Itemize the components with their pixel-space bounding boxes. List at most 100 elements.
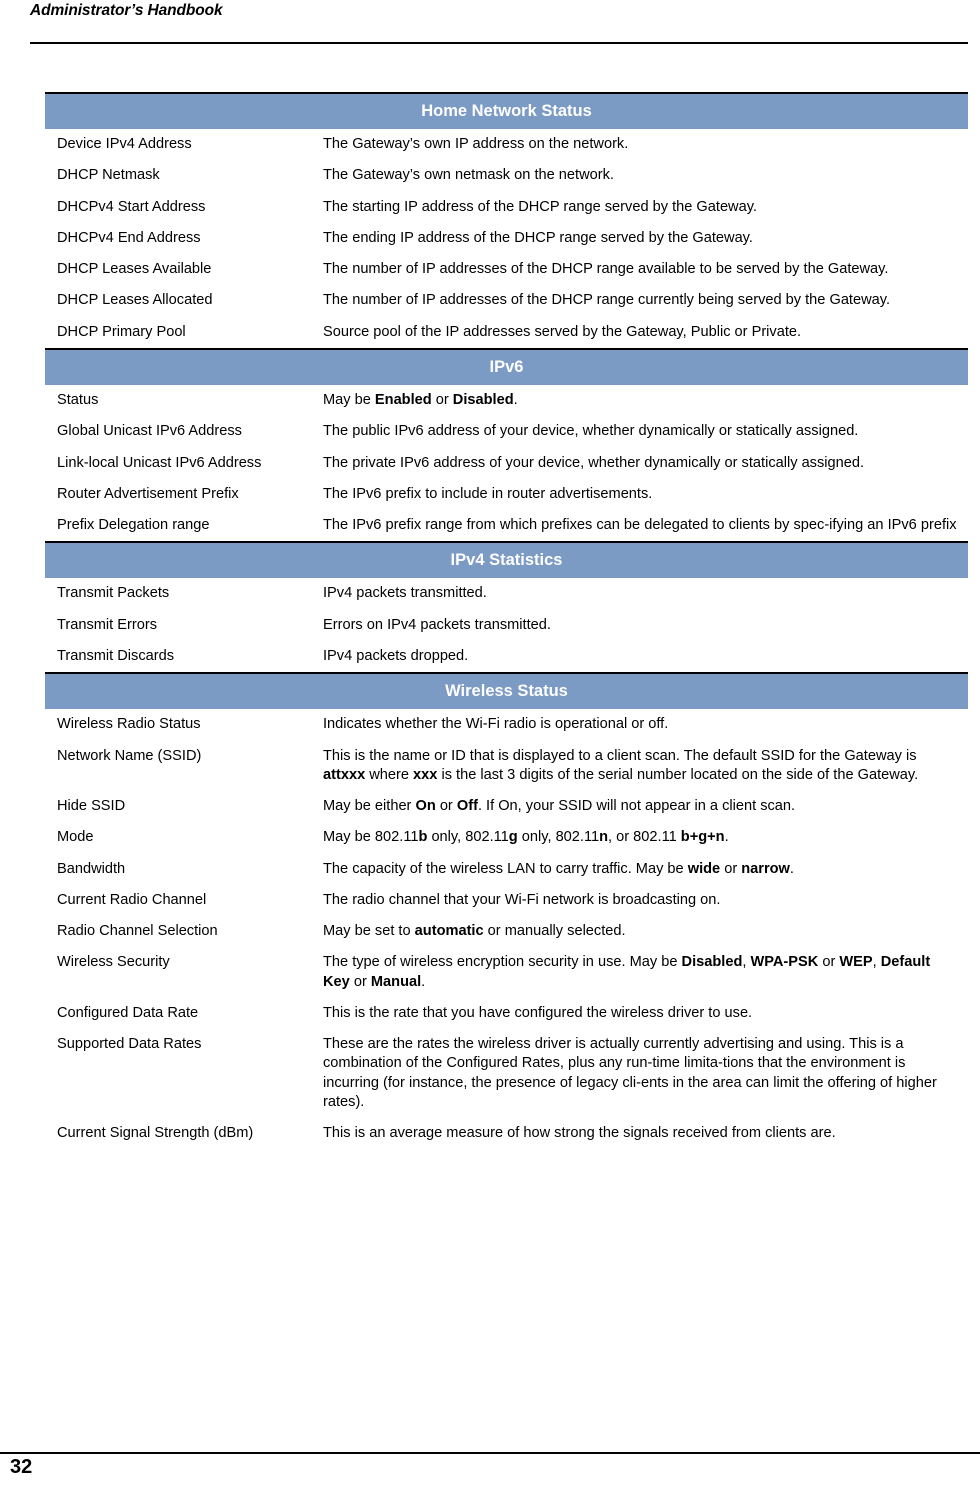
row-label: Bandwidth	[57, 860, 126, 877]
row-description: The number of IP addresses of the DHCP r…	[315, 254, 968, 285]
table-row: Wireless Security The type of wireless en…	[45, 947, 968, 998]
row-description: Source pool of the IP addresses served b…	[315, 317, 968, 348]
row-description: May be either On or Off. If On, your SSI…	[315, 791, 968, 822]
header-rule	[30, 42, 968, 44]
emphasis-text: b+g+n	[680, 829, 725, 846]
row-description: IPv4 packets transmitted.	[315, 578, 968, 609]
plain-text: or	[435, 798, 457, 815]
emphasis-text: narrow	[741, 860, 790, 877]
plain-text: Indicates whether the Wi-Fi radio is ope…	[323, 716, 669, 733]
row-label: DHCP Primary Pool	[57, 323, 186, 340]
emphasis-text: Disabled	[681, 954, 743, 971]
plain-text: May be either	[323, 798, 416, 815]
table-row: DHCP Leases Available The number of IP ad…	[45, 254, 968, 285]
row-description: May be Enabled or Disabled.	[315, 385, 968, 416]
plain-text: The radio channel that your Wi-Fi networ…	[323, 891, 721, 908]
row-description: These are the rates the wireless driver …	[315, 1029, 968, 1118]
plain-text: These are the rates the wireless driver …	[323, 1036, 937, 1110]
plain-text: The Gateway’s own netmask on the network…	[323, 167, 614, 184]
row-label: DHCPv4 Start Address	[57, 198, 206, 215]
row-label: Router Advertisement Prefix	[57, 485, 239, 502]
table-row: Current Signal Strength (dBm) This is an …	[45, 1118, 968, 1149]
section-header: Home Network Status	[45, 92, 968, 130]
row-label: Transmit Errors	[57, 616, 157, 633]
row-label: Radio Channel Selection	[57, 923, 218, 940]
plain-text: May be set to	[323, 923, 415, 940]
table-row: Network Name (SSID) This is the name or I…	[45, 741, 968, 792]
row-description: This is the rate that you have configure…	[315, 998, 968, 1029]
row-description: The starting IP address of the DHCP rang…	[315, 192, 968, 223]
emphasis-text: wide	[687, 860, 721, 877]
section-rows: Device IPv4 Address The Gateway’s own IP …	[45, 129, 968, 348]
row-description: The IPv6 prefix to include in router adv…	[315, 479, 968, 510]
row-description: This is an average measure of how strong…	[315, 1118, 968, 1149]
table-row: Current Radio Channel The radio channel t…	[45, 885, 968, 916]
plain-text: IPv4 packets transmitted.	[323, 585, 487, 602]
footer-rule	[0, 1452, 980, 1454]
plain-text: IPv4 packets dropped.	[323, 647, 469, 664]
plain-text: only, 802.11	[427, 829, 509, 846]
table-row: Prefix Delegation range The IPv6 prefix r…	[45, 510, 968, 541]
table-row: Radio Channel Selection May be set to aut…	[45, 916, 968, 947]
plain-text: The type of wireless encryption security…	[323, 954, 682, 971]
table-row: Transmit Errors Errors on IPv4 packets tr…	[45, 610, 968, 641]
row-label: Transmit Discards	[57, 647, 175, 664]
row-label: Device IPv4 Address	[57, 136, 192, 153]
table-row: Supported Data Rates These are the rates …	[45, 1029, 968, 1118]
row-label: Wireless Radio Status	[57, 716, 201, 733]
emphasis-text: attxxx	[323, 766, 366, 783]
emphasis-text: On	[415, 798, 436, 815]
row-description: The type of wireless encryption security…	[315, 947, 968, 998]
table-row: Transmit Packets IPv4 packets transmitted…	[45, 578, 968, 609]
plain-text: The capacity of the wireless LAN to carr…	[323, 860, 688, 877]
table-row: Router Advertisement Prefix The IPv6 pref…	[45, 479, 968, 510]
plain-text: The ending IP address of the DHCP range …	[323, 229, 753, 246]
row-label: DHCP Netmask	[57, 167, 160, 184]
page-number: 32	[10, 1456, 33, 1478]
emphasis-text: WEP	[839, 954, 873, 971]
table-row: Mode May be 802.11b only, 802.11g only, 8…	[45, 822, 968, 853]
row-label: Current Radio Channel	[57, 891, 207, 908]
row-label: Link-local Unicast IPv6 Address	[57, 454, 262, 471]
plain-text: or	[818, 954, 840, 971]
running-head: Administrator’s Handbook	[30, 2, 223, 19]
row-label: Configured Data Rate	[57, 1004, 199, 1021]
plain-text: The number of IP addresses of the DHCP r…	[323, 292, 891, 309]
row-label: Prefix Delegation range	[57, 517, 210, 534]
table-row: Transmit Discards IPv4 packets dropped.	[45, 641, 968, 672]
row-label: DHCP Leases Available	[57, 261, 212, 278]
table-row: DHCP Leases Allocated The number of IP ad…	[45, 285, 968, 316]
section-header: IPv4 Statistics	[45, 541, 968, 579]
plain-text: or	[349, 973, 371, 990]
plain-text: .	[513, 392, 518, 409]
section-rows: Status May be Enabled or Disabled. Global …	[45, 385, 968, 541]
row-label: DHCP Leases Allocated	[57, 292, 213, 309]
plain-text: or	[720, 860, 742, 877]
row-label: Wireless Security	[57, 954, 170, 971]
section-header: Wireless Status	[45, 672, 968, 710]
row-description: The number of IP addresses of the DHCP r…	[315, 285, 968, 316]
plain-text: May be 802.11	[323, 829, 419, 846]
section-rows: Transmit Packets IPv4 packets transmitted…	[45, 578, 968, 672]
emphasis-text: Manual	[370, 973, 422, 990]
plain-text: Source pool of the IP addresses served b…	[323, 323, 802, 340]
plain-text: This is the rate that you have configure…	[323, 1004, 753, 1021]
plain-text: The Gateway’s own IP address on the netw…	[323, 136, 629, 153]
emphasis-text: Disabled	[452, 392, 514, 409]
status-reference-table: Home Network Status Device IPv4 Address Th…	[45, 92, 968, 1149]
row-description: The IPv6 prefix range from which prefixe…	[315, 510, 968, 541]
table-row: DHCPv4 Start Address The starting IP addr…	[45, 192, 968, 223]
plain-text: This is the name or ID that is displayed…	[323, 747, 917, 764]
row-description: The ending IP address of the DHCP range …	[315, 223, 968, 254]
emphasis-text: g	[508, 829, 518, 846]
plain-text: is the last 3 digits of the serial numbe…	[437, 766, 919, 783]
row-label: Network Name (SSID)	[57, 747, 202, 764]
row-description: May be set to automatic or manually sele…	[315, 916, 968, 947]
plain-text: The number of IP addresses of the DHCP r…	[323, 261, 889, 278]
plain-text: .	[724, 829, 729, 846]
emphasis-text: Off	[456, 798, 478, 815]
emphasis-text: WPA-PSK	[750, 954, 819, 971]
row-label: DHCPv4 End Address	[57, 229, 201, 246]
row-description: The capacity of the wireless LAN to carr…	[315, 854, 968, 885]
table-row: Status May be Enabled or Disabled.	[45, 385, 968, 416]
